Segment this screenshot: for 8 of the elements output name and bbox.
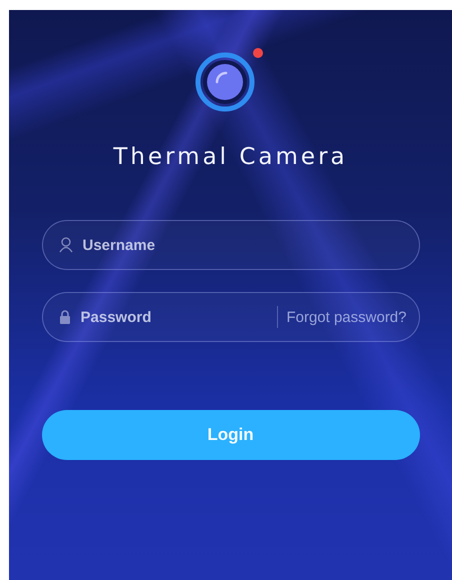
username-input[interactable]: Username — [80, 236, 406, 254]
password-field[interactable]: Password Forgot password? — [42, 292, 420, 342]
lock-icon — [58, 310, 70, 324]
username-field[interactable]: Username — [42, 220, 420, 270]
password-input[interactable]: Password — [78, 308, 270, 326]
user-icon — [58, 237, 72, 253]
app-title: Thermal Camera — [113, 144, 348, 170]
forgot-password-link[interactable]: Forgot password? — [286, 308, 406, 326]
